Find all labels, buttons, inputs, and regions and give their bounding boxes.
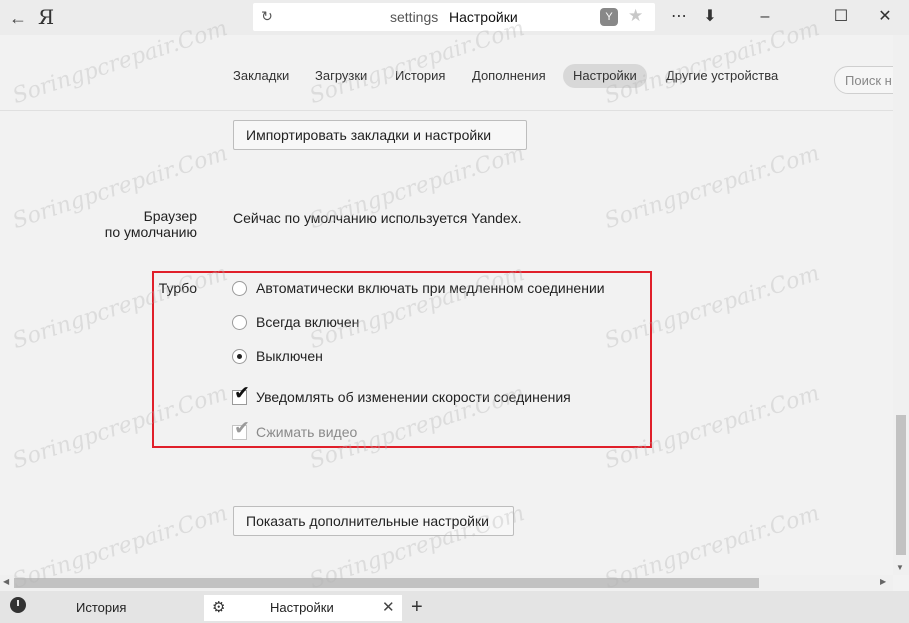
checkbox-checked-disabled: ✔: [232, 419, 250, 440]
nav-tab-other-devices[interactable]: Другие устройства: [656, 64, 788, 88]
radio-checked[interactable]: [232, 349, 247, 364]
bookmark-star-icon[interactable]: ★: [628, 6, 643, 26]
default-browser-label: Браузер по умолчанию: [60, 208, 197, 240]
nav-tab-settings[interactable]: Настройки: [563, 64, 647, 88]
scroll-right-arrow-icon[interactable]: ▶: [880, 577, 886, 586]
import-bookmarks-button[interactable]: Импортировать закладки и настройки: [233, 120, 527, 150]
menu-icon[interactable]: ⋯: [668, 6, 690, 28]
minimize-icon[interactable]: –: [754, 6, 776, 28]
radio-unchecked[interactable]: [232, 281, 247, 296]
tab-history[interactable]: История: [40, 595, 200, 621]
checkmark-icon: ✔: [234, 383, 250, 404]
back-arrow-icon[interactable]: ←: [8, 8, 28, 28]
downloads-icon[interactable]: ⬇: [699, 6, 721, 28]
nav-divider: [0, 110, 893, 111]
maximize-icon[interactable]: ☐: [830, 6, 852, 28]
address-page-title: Настройки: [449, 9, 518, 25]
gear-icon: ⚙: [212, 599, 226, 616]
horizontal-scroll-thumb[interactable]: [14, 578, 759, 588]
nav-tab-history[interactable]: История: [385, 64, 455, 88]
tab-bar: История ⚙ Настройки ✕ +: [0, 591, 909, 623]
vertical-scroll-thumb[interactable]: [896, 415, 906, 555]
browser-toolbar: ← Я ↻ settings Настройки Y ★ ⋯ ⬇ – ☐ ✕: [0, 0, 909, 35]
turbo-highlight-frame: [152, 271, 652, 448]
tab-settings[interactable]: ⚙ Настройки ✕: [204, 595, 402, 621]
tab-history-title: История: [76, 600, 127, 615]
watermark-text: Soringpcrepair.Com: [601, 140, 823, 235]
turbo-label: Турбо: [158, 280, 197, 296]
nav-tab-extensions[interactable]: Дополнения: [462, 64, 556, 88]
address-host: settings: [390, 9, 439, 25]
turbo-auto-label: Автоматически включать при медленном сое…: [256, 280, 605, 296]
checkbox-checked[interactable]: ✔: [232, 384, 250, 405]
scroll-left-arrow-icon[interactable]: ◀: [3, 577, 9, 586]
scroll-down-arrow-icon[interactable]: ▼: [896, 563, 904, 572]
default-browser-label-line1: Браузер: [143, 208, 197, 224]
nav-tab-downloads[interactable]: Загрузки: [305, 64, 377, 88]
horizontal-scrollbar[interactable]: ◀ ▶: [0, 575, 893, 591]
settings-nav: Закладки Загрузки История Дополнения Нас…: [0, 60, 909, 94]
close-window-icon[interactable]: ✕: [874, 6, 896, 28]
yandex-logo[interactable]: Я: [38, 5, 54, 29]
clock-icon[interactable]: [10, 597, 26, 613]
reload-icon[interactable]: ↻: [259, 8, 275, 24]
address-bar[interactable]: ↻ settings Настройки Y ★: [253, 3, 655, 31]
turbo-notify-label: Уведомлять об изменении скорости соедине…: [256, 389, 571, 405]
checkmark-icon: ✔: [234, 418, 250, 439]
default-browser-label-line2: по умолчанию: [104, 224, 197, 240]
turbo-off-label: Выключен: [256, 348, 323, 364]
turbo-compress-video-label: Сжимать видео: [256, 424, 358, 440]
radio-unchecked[interactable]: [232, 315, 247, 330]
show-more-settings-button[interactable]: Показать дополнительные настройки: [233, 506, 514, 536]
tab-settings-title: Настройки: [270, 600, 334, 615]
tab-close-icon[interactable]: ✕: [382, 595, 395, 621]
nav-tab-bookmarks[interactable]: Закладки: [223, 64, 299, 88]
turbo-always-label: Всегда включен: [256, 314, 360, 330]
new-tab-plus-icon[interactable]: +: [411, 594, 423, 620]
vertical-scrollbar[interactable]: ▼: [893, 35, 909, 575]
browser-window: ← Я ↻ settings Настройки Y ★ ⋯ ⬇ – ☐ ✕ З…: [0, 0, 909, 623]
default-browser-status: Сейчас по умолчанию используется Yandex.: [233, 210, 522, 226]
protect-shield-icon[interactable]: Y: [600, 8, 618, 26]
